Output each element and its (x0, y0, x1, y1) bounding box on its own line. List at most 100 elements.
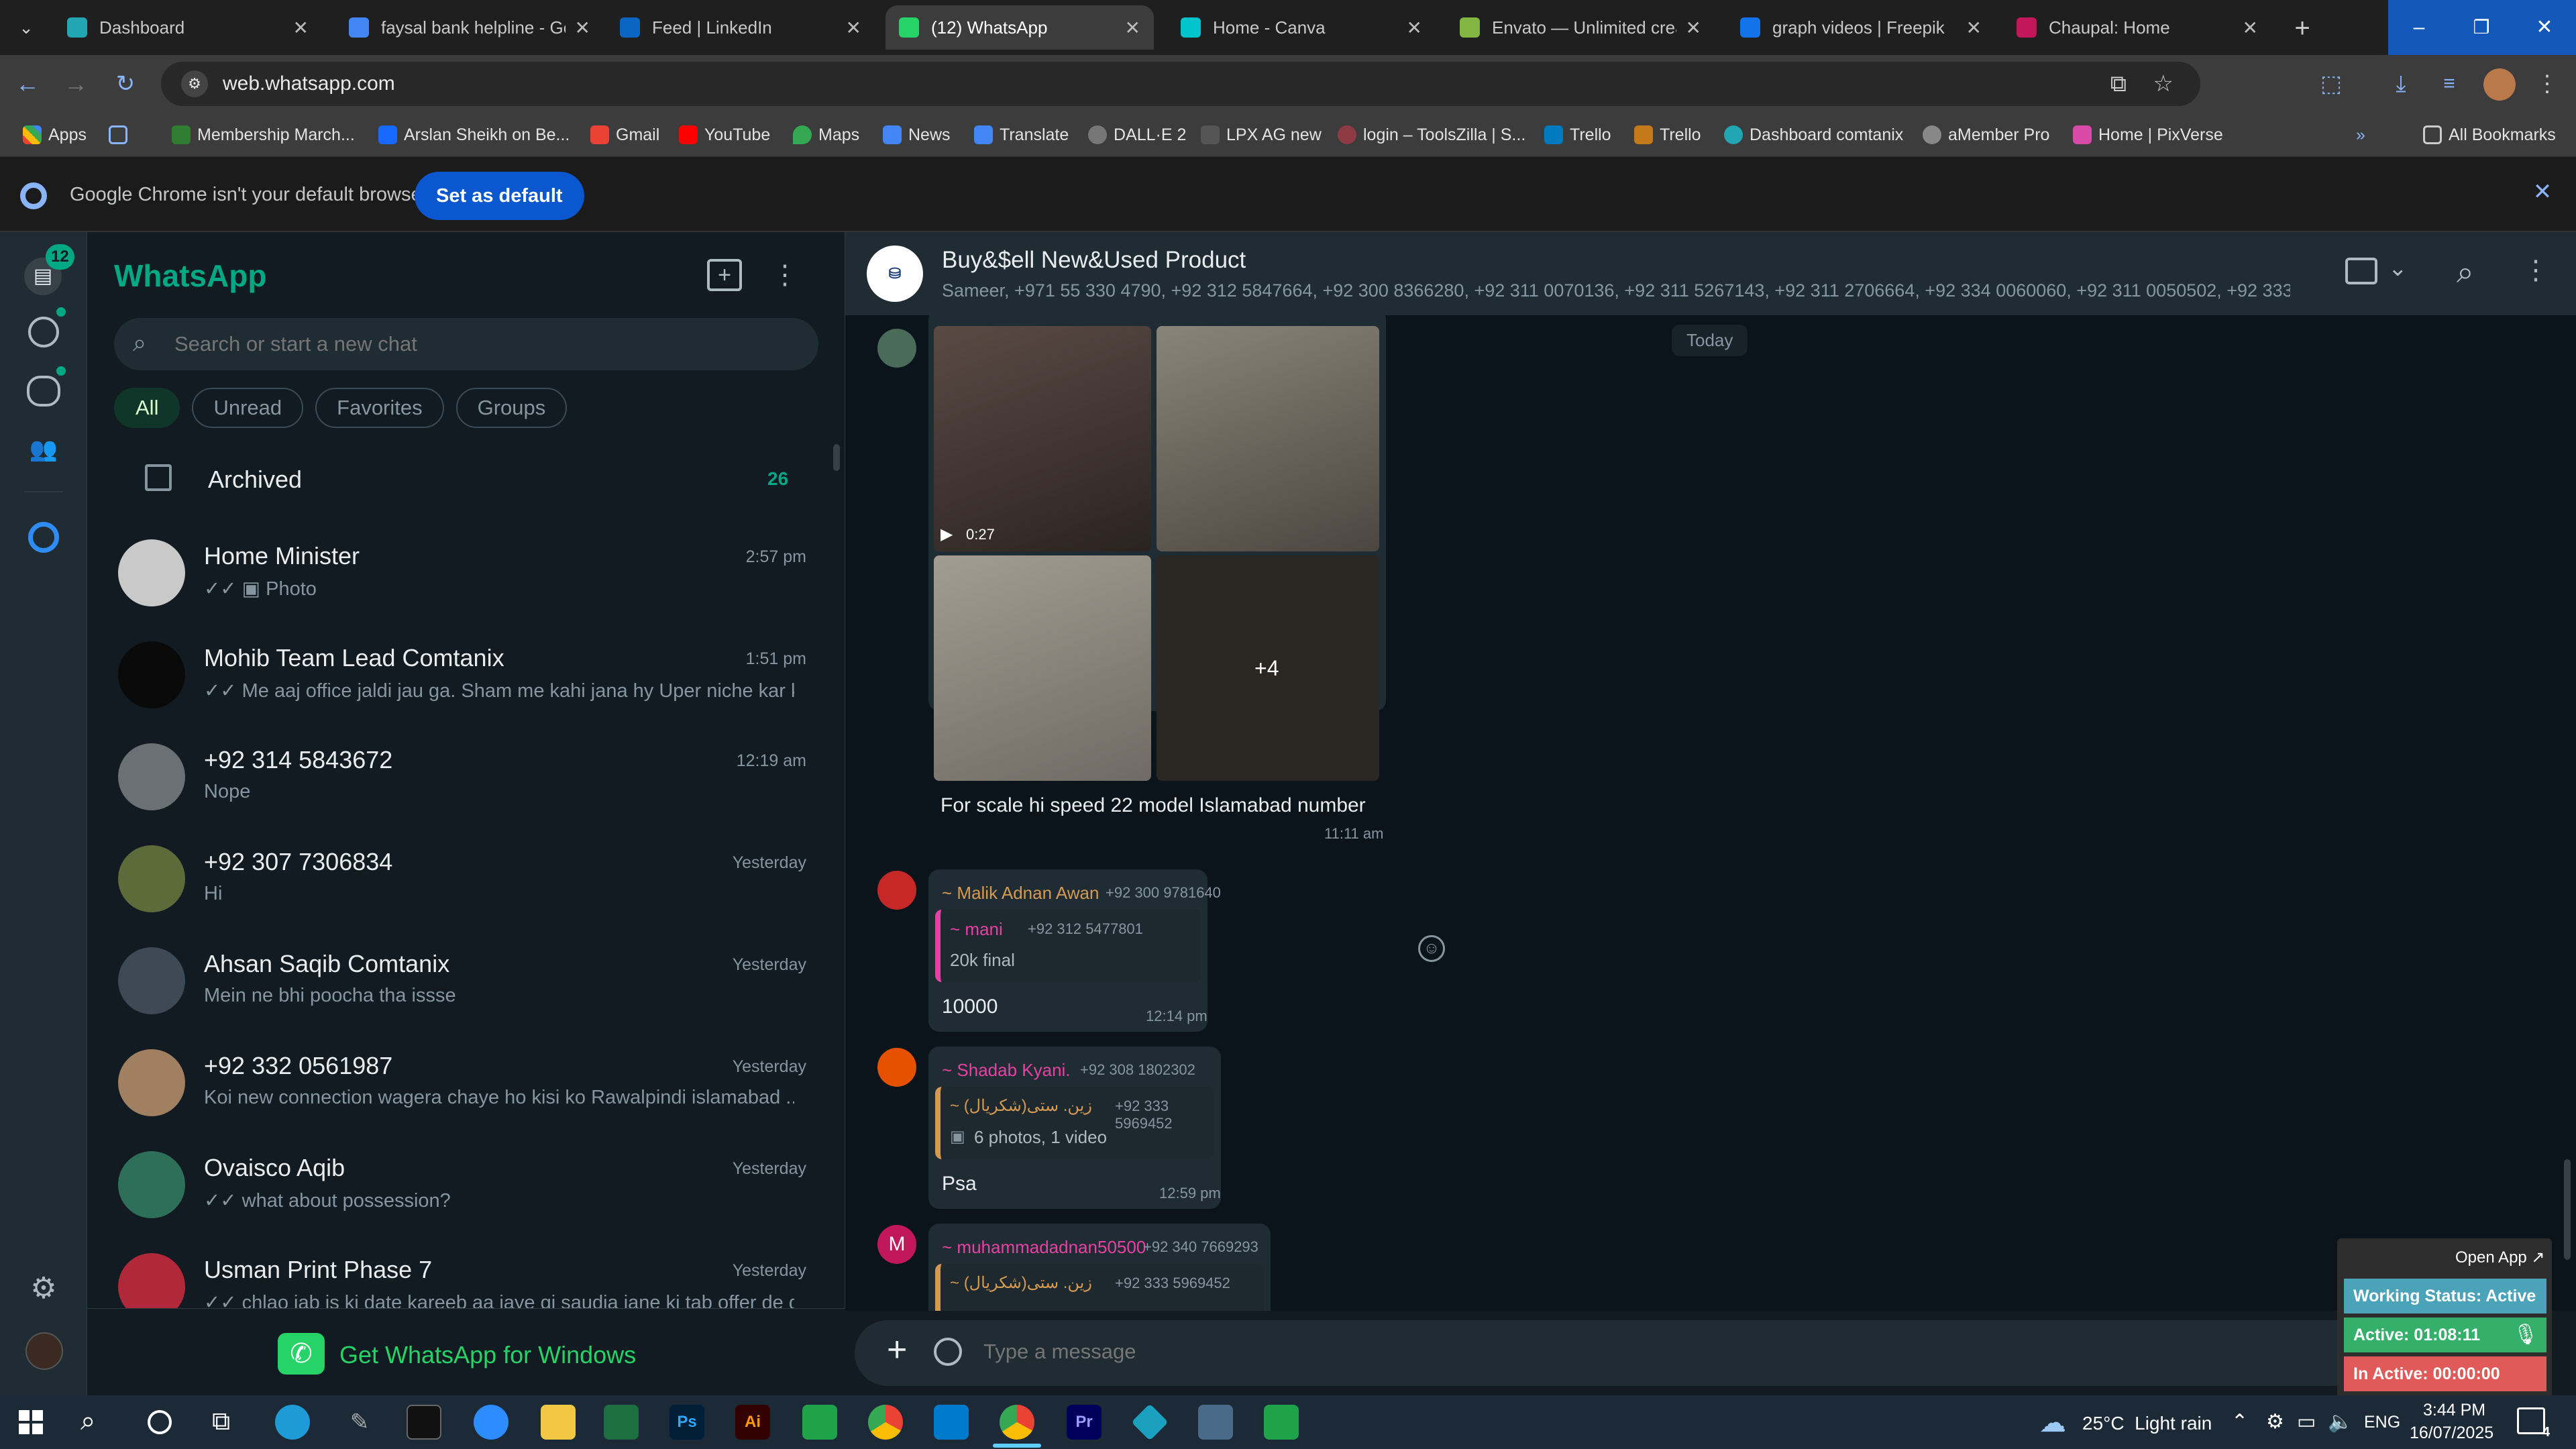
get-app-banner[interactable]: ✆ Get WhatsApp for Windows (87, 1308, 845, 1395)
media-thumb-more[interactable]: +4 (1157, 555, 1379, 781)
bookmarks-overflow-icon[interactable]: » (2356, 121, 2365, 149)
set-default-button[interactable]: Set as default (415, 172, 584, 220)
chat-row[interactable]: Mohib Team Lead Comtanix ✓✓ Me aaj office… (87, 624, 845, 726)
search-input[interactable] (174, 327, 792, 361)
chat-row[interactable]: +92 314 5843672 Nope 12:19 am (87, 726, 845, 828)
bookmark-dalle[interactable]: DALL·E 2 (1088, 121, 1186, 149)
excel-icon[interactable] (604, 1405, 639, 1440)
clock-date[interactable]: 16/07/2025 (2410, 1424, 2493, 1443)
bookmark-toolszilla[interactable]: login – ToolsZilla | S... (1338, 121, 1525, 149)
tab-close-icon[interactable]: ✕ (1686, 17, 1701, 39)
chat-list-scrollbar[interactable] (833, 444, 840, 471)
chat-row[interactable]: Ovaisco Aqib ✓✓ what about possession? Yes… (87, 1134, 845, 1236)
bookmark-trello-1[interactable]: Trello (1544, 121, 1611, 149)
quoted-message[interactable]: ~ mani +92 312 5477801 20k final (935, 910, 1201, 982)
browser-tab[interactable]: Chaupal: Home ✕ (2003, 5, 2271, 50)
tray-chevron-icon[interactable]: ⌃ (2231, 1410, 2248, 1434)
react-emoji-icon[interactable]: ☺ (1418, 935, 1445, 962)
app-green-icon[interactable] (802, 1405, 837, 1440)
chrome-icon[interactable] (868, 1405, 903, 1440)
vscode-icon[interactable] (934, 1405, 969, 1440)
message-bubble[interactable]: ~ Shadab Kyani. +92 308 1802302 ~ زین. س… (928, 1046, 1221, 1209)
tab-close-icon[interactable]: ✕ (293, 17, 309, 39)
browser-tab[interactable]: Dashboard ✕ (54, 5, 322, 50)
browser-tab[interactable]: (12) WhatsApp ✕ (885, 5, 1154, 50)
bookmark-membership[interactable]: Membership March... (172, 121, 355, 149)
chat-row[interactable]: +92 332 0561987 Koi new connection wagera… (87, 1032, 845, 1134)
media-control-icon[interactable]: ≡ (2434, 68, 2465, 99)
media-thumb-video[interactable]: ▶ 0:27 (934, 326, 1151, 551)
forward-button[interactable]: → (60, 68, 91, 99)
browser-tab[interactable]: faysal bank helpline - Goo ✕ (335, 5, 604, 50)
chevron-down-icon[interactable]: ⌄ (2388, 255, 2408, 282)
window-minimize-button[interactable]: – (2388, 0, 2450, 55)
new-chat-icon[interactable]: + (707, 259, 742, 291)
chat-row[interactable]: Usman Print Phase 7 ✓✓ chlao jab is ki da… (87, 1236, 845, 1308)
file-explorer-icon[interactable] (541, 1405, 576, 1440)
open-app-button[interactable]: Open App ↗ (2455, 1248, 2545, 1267)
app-diamond-icon[interactable] (1131, 1403, 1169, 1441)
bookmark-gmail[interactable]: Gmail (590, 121, 659, 149)
profile-avatar[interactable] (25, 1332, 63, 1370)
bookmark-behance[interactable]: Arslan Sheikh on Be... (378, 121, 570, 149)
settings-nav-icon[interactable]: ⚙ (27, 1272, 60, 1305)
conversation-menu-icon[interactable]: ⋮ (2522, 255, 2549, 286)
window-close-button[interactable]: ✕ (2513, 0, 2576, 55)
bookmark-amember[interactable]: aMember Pro (1923, 121, 2049, 149)
bookmark-translate[interactable]: Translate (974, 121, 1069, 149)
terminal-icon[interactable] (407, 1405, 441, 1440)
bookmark-news[interactable]: News (883, 121, 951, 149)
sender-avatar[interactable] (877, 1048, 916, 1087)
illustrator-icon[interactable]: Ai (735, 1405, 770, 1440)
clock-time[interactable]: 3:44 PM (2423, 1401, 2485, 1420)
app-green2-icon[interactable] (1264, 1405, 1299, 1440)
communities-nav-icon[interactable]: 👥 (23, 436, 64, 463)
chat-row[interactable]: +92 307 7306834 Hi Yesterday (87, 828, 845, 930)
browser-tab[interactable]: Feed | LinkedIn ✕ (606, 5, 875, 50)
filter-groups[interactable]: Groups (455, 388, 568, 428)
microphone-icon[interactable]: 🎙 (2513, 1323, 2538, 1346)
all-bookmarks[interactable]: All Bookmarks (2423, 121, 2556, 149)
sender-avatar[interactable] (877, 329, 916, 368)
chrome-active-icon[interactable] (1000, 1405, 1034, 1440)
filter-favorites[interactable]: Favorites (315, 388, 444, 428)
weather-text[interactable]: 25°C Light rain (2082, 1413, 2212, 1434)
channels-nav-icon[interactable] (27, 376, 60, 407)
bookmark-dashboard-comtanix[interactable]: Dashboard comtanix (1724, 121, 1903, 149)
cortana-icon[interactable] (148, 1410, 172, 1434)
search-icon[interactable]: ⌕ (2457, 254, 2474, 291)
sender-avatar[interactable] (877, 871, 916, 910)
chat-row[interactable]: Ahsan Saqib Comtanix Mein ne bhi poocha t… (87, 930, 845, 1032)
browser-menu-icon[interactable]: ⋮ (2536, 68, 2559, 99)
bookmark-pixverse[interactable]: Home | PixVerse (2073, 121, 2223, 149)
bookmark-trello-2[interactable]: Trello (1634, 121, 1701, 149)
filter-all[interactable]: All (114, 388, 180, 428)
extensions-icon[interactable]: ⬚ (2316, 68, 2347, 99)
video-call-icon[interactable] (2345, 258, 2377, 284)
sticker-icon[interactable] (934, 1338, 962, 1366)
media-message[interactable]: ▶ 0:27 +4 For scale hi speed 22 model Is… (928, 315, 1386, 842)
chat-row[interactable]: Home Minister ✓✓ ▣ Photo 2:57 pm (87, 522, 845, 624)
sender-avatar[interactable]: M (877, 1225, 916, 1264)
filter-unread[interactable]: Unread (192, 388, 304, 428)
bookmark-grid[interactable] (109, 121, 134, 149)
message-bubble[interactable]: ~ Malik Adnan Awan +92 300 9781640 ~ man… (928, 869, 1221, 1032)
calculator-icon[interactable] (1198, 1405, 1233, 1440)
tab-close-icon[interactable]: ✕ (2243, 17, 2258, 39)
language-indicator[interactable]: ENG (2364, 1413, 2400, 1432)
notification-icon[interactable] (2517, 1407, 2545, 1434)
tab-close-icon[interactable]: ✕ (1125, 17, 1140, 39)
chat-menu-icon[interactable]: ⋮ (771, 259, 798, 291)
tab-search-button[interactable]: ⌄ (9, 12, 43, 43)
media-thumb-photo[interactable] (934, 555, 1151, 781)
pen-icon[interactable]: ✎ (342, 1405, 377, 1440)
new-tab-button[interactable]: + (2284, 9, 2321, 47)
conversation-header[interactable]: ⛁ Buy&$ell New&Used Product Sameer, +971… (845, 232, 2576, 315)
reload-button[interactable]: ↻ (110, 68, 141, 99)
install-app-icon[interactable]: ⧉ (2110, 71, 2127, 97)
tray-app-icon[interactable]: ⚙ (2266, 1410, 2284, 1434)
windows-start-icon[interactable] (19, 1410, 43, 1434)
infobar-close-icon[interactable]: ✕ (2529, 178, 2556, 205)
profile-avatar[interactable] (2483, 68, 2516, 101)
task-view-icon[interactable]: ⧉ (212, 1407, 230, 1436)
